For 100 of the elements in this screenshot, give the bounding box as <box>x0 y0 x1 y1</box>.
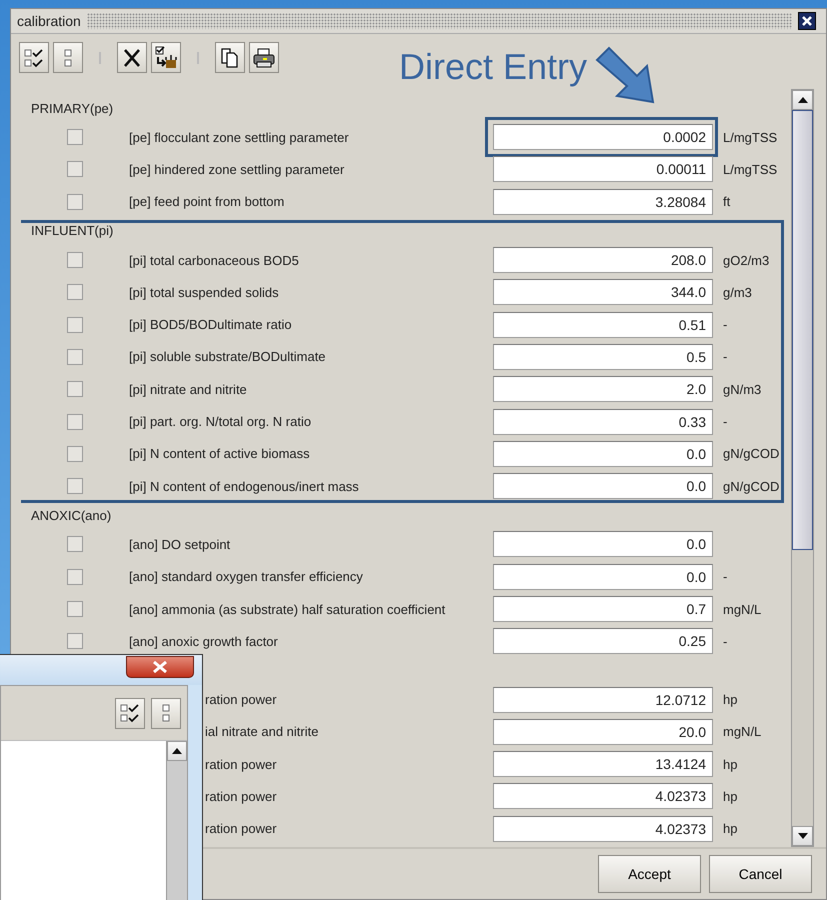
value-field[interactable]: 0.25 <box>493 628 713 654</box>
checkbox[interactable] <box>67 536 83 552</box>
scroll-thumb[interactable] <box>792 110 813 550</box>
close-icon <box>151 661 169 673</box>
parameter-label: [pe] flocculant zone settling parameter <box>129 130 350 145</box>
value-field[interactable]: 0.0 <box>493 473 713 500</box>
value-field[interactable]: 0.0 <box>493 531 713 558</box>
close-button[interactable] <box>798 12 816 30</box>
checkbox[interactable] <box>67 568 83 585</box>
checkbox[interactable] <box>67 414 83 430</box>
dialog-button[interactable]: Cancel <box>709 855 812 893</box>
value-field[interactable]: 4.02373 <box>493 783 713 810</box>
value-field[interactable]: 0.0 <box>493 564 713 590</box>
scrollbar[interactable] <box>166 741 187 900</box>
parameter-label: [pi] part. org. N/total org. N ratio <box>129 414 312 430</box>
checkbox[interactable] <box>67 601 83 617</box>
print-button[interactable] <box>249 42 279 73</box>
x-icon <box>121 46 143 68</box>
check-all-button[interactable] <box>19 42 49 73</box>
uncheck-all-button[interactable] <box>151 698 181 728</box>
unit-label: gN/gCOD <box>722 446 780 462</box>
unit-label: L/mgTSS <box>722 130 778 145</box>
value-field[interactable]: 13.4124 <box>493 751 713 778</box>
unit-label: hp <box>722 788 738 804</box>
parameter-label: [ano] standard oxygen transfer efficiency <box>129 569 364 584</box>
value-field[interactable]: 0.0 <box>493 440 713 467</box>
checklist-icon <box>119 702 141 724</box>
value-field[interactable]: 12.0712 <box>493 686 713 713</box>
value-field[interactable]: 0.7 <box>493 596 713 622</box>
empty-checkboxes-icon <box>64 48 72 66</box>
unit-label: hp <box>722 756 738 772</box>
parameter-label: [ano] anoxic growth factor <box>129 634 279 649</box>
checkbox[interactable] <box>67 316 83 333</box>
apply-button[interactable] <box>151 42 181 73</box>
unit-label: gO2/m3 <box>722 252 770 268</box>
unit-label: hp <box>722 692 738 708</box>
checkbox[interactable] <box>67 381 83 398</box>
unit-label: gN/gCOD <box>722 478 780 494</box>
parameter-label: [pi] nitrate and nitrite <box>129 382 248 397</box>
checkbox[interactable] <box>67 478 83 494</box>
value-field[interactable]: 0.5 <box>493 344 713 370</box>
parameter-label: ial nitrate and nitrite <box>205 724 320 740</box>
parameter-label: [pe] feed point from bottom <box>129 194 286 210</box>
uncheck-all-button[interactable] <box>53 42 83 73</box>
printer-icon <box>252 46 276 68</box>
value-field[interactable]: 208.0 <box>493 247 713 274</box>
checkbox[interactable] <box>67 446 83 462</box>
check-all-button[interactable] <box>115 698 145 728</box>
parameter-label: [pi] soluble substrate/BODultimate <box>129 349 327 364</box>
checkbox-arrow-tray-icon <box>154 46 178 70</box>
value-field[interactable]: 0.51 <box>493 312 713 338</box>
value-field[interactable]: 20.0 <box>493 718 713 745</box>
unit-label: - <box>722 317 728 332</box>
unit-label: - <box>722 569 728 584</box>
unit-label: - <box>722 634 728 649</box>
down-arrow-icon <box>798 833 808 839</box>
value-field[interactable]: 3.28084 <box>493 188 713 215</box>
checkbox[interactable] <box>67 284 83 300</box>
dialog-button[interactable]: Accept <box>598 855 701 893</box>
checkbox[interactable] <box>67 633 83 650</box>
value-field[interactable]: 2.0 <box>493 376 713 402</box>
direct-entry-annotation: Direct Entry <box>399 46 588 88</box>
value-field[interactable]: 0.0002 <box>493 124 713 150</box>
section-header: INFLUENT(pi) <box>31 223 114 238</box>
scrollbar[interactable] <box>791 89 814 847</box>
parameter-label: [pi] BOD5/BODultimate ratio <box>129 317 293 332</box>
checkbox[interactable] <box>67 129 83 146</box>
checklist-icon <box>23 46 45 68</box>
value-field[interactable]: 4.02373 <box>493 816 713 842</box>
unit-label: g/m3 <box>722 284 753 300</box>
parameter-label: [pi] total carbonaceous BOD5 <box>129 252 300 268</box>
section-header: PRIMARY(pe) <box>31 100 114 116</box>
copy-button[interactable] <box>215 42 245 73</box>
checkbox[interactable] <box>67 348 83 365</box>
window-title: calibration <box>17 13 81 29</box>
unit-label: mgN/L <box>722 724 762 740</box>
parameter-label: [pi] N content of active biomass <box>129 446 311 462</box>
parameter-label: [ano] ammonia (as substrate) half saturation coefficient <box>129 602 446 616</box>
checkbox[interactable] <box>67 161 83 178</box>
unit-label: - <box>722 414 728 430</box>
delete-button[interactable] <box>117 42 147 73</box>
unit-label: - <box>722 349 728 364</box>
parameter-label: [pi] total suspended solids <box>129 284 280 300</box>
unit-label: L/mgTSS <box>722 162 778 177</box>
parameter-label: ration power <box>205 788 278 804</box>
value-field[interactable]: 0.00011 <box>493 156 713 182</box>
parameter-label: ration power <box>205 821 278 836</box>
unit-label: hp <box>722 821 738 836</box>
parameter-label: [ano] DO setpoint <box>129 536 232 552</box>
unit-label: ft <box>722 194 732 210</box>
checkbox[interactable] <box>67 194 83 210</box>
empty-checkboxes-icon <box>162 704 170 722</box>
parameter-label: ration power <box>205 756 278 772</box>
section-header: ANOXIC(ano) <box>31 508 112 523</box>
value-field[interactable]: 0.33 <box>493 408 713 435</box>
value-field[interactable]: 344.0 <box>493 279 713 306</box>
checkbox[interactable] <box>67 252 83 268</box>
close-button[interactable] <box>126 656 194 678</box>
unit-label: gN/m3 <box>722 382 762 397</box>
parameter-label: ration power <box>205 692 278 708</box>
